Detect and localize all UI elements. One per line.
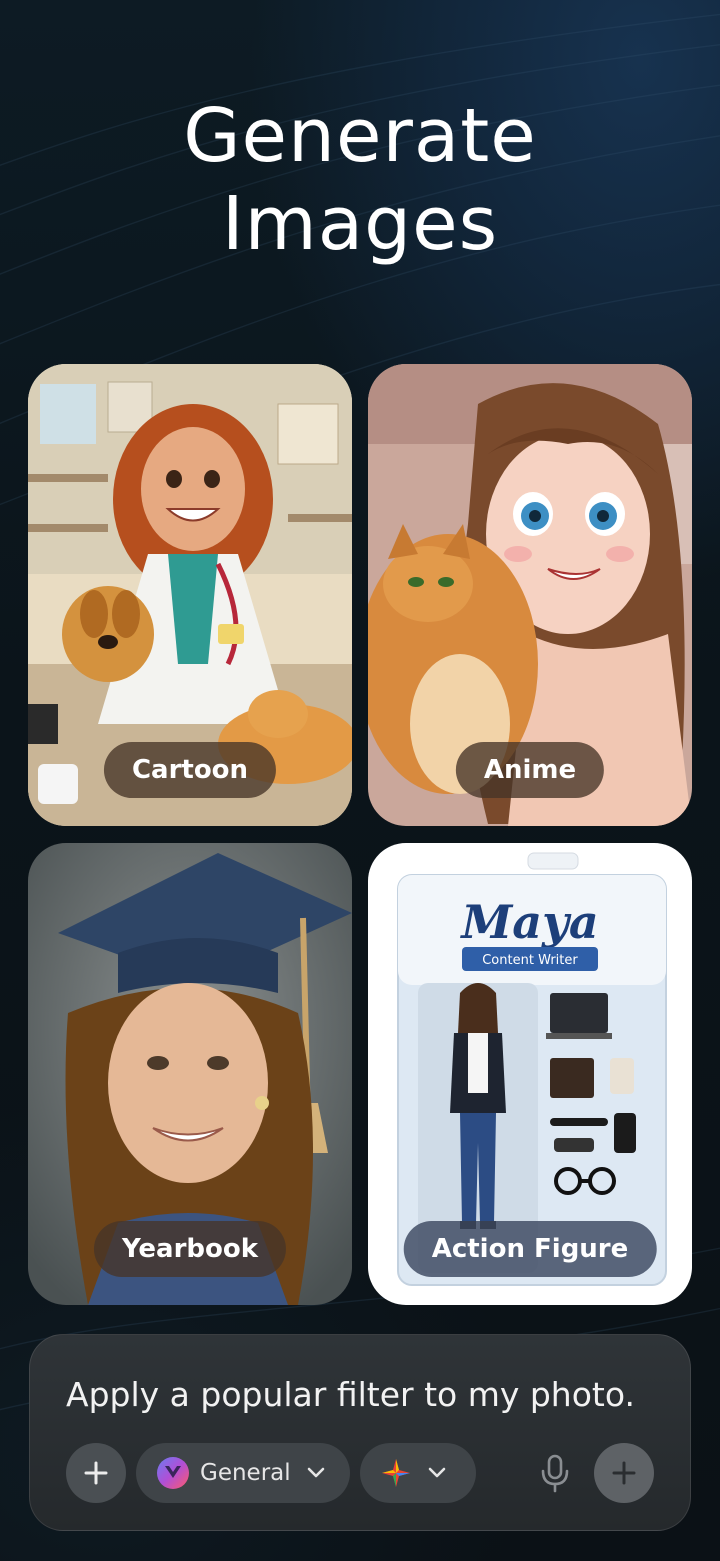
style-card-yearbook[interactable]: Yearbook bbox=[28, 843, 352, 1305]
style-label-action-figure: Action Figure bbox=[403, 1221, 657, 1277]
mode-selector[interactable]: General bbox=[136, 1443, 350, 1503]
style-label-yearbook: Yearbook bbox=[93, 1221, 287, 1277]
send-button[interactable] bbox=[594, 1443, 654, 1503]
chevron-down-icon bbox=[307, 1467, 324, 1478]
package-brand-name: Maya bbox=[459, 895, 598, 949]
style-card-anime[interactable]: Anime bbox=[368, 364, 692, 826]
sparkle-icon bbox=[382, 1459, 410, 1487]
general-mode-icon bbox=[157, 1457, 189, 1489]
style-card-action-figure[interactable]: Maya Content Writer Action Figure bbox=[368, 843, 692, 1305]
style-card-cartoon[interactable]: Cartoon bbox=[28, 364, 352, 826]
model-selector[interactable] bbox=[360, 1443, 476, 1503]
chevron-down-icon bbox=[428, 1467, 446, 1478]
style-label-cartoon: Cartoon bbox=[103, 742, 277, 798]
microphone-icon[interactable] bbox=[538, 1453, 572, 1493]
add-attachment-button[interactable] bbox=[66, 1443, 126, 1503]
prompt-composer: Apply a popular filter to my photo. Gene… bbox=[29, 1334, 691, 1531]
plus-icon bbox=[84, 1461, 108, 1485]
mode-selector-label: General bbox=[200, 1460, 291, 1486]
style-label-anime: Anime bbox=[455, 742, 605, 798]
package-role: Content Writer bbox=[482, 953, 578, 968]
prompt-input[interactable]: Apply a popular filter to my photo. bbox=[66, 1375, 635, 1414]
page-title: Generate Images bbox=[183, 93, 537, 267]
plus-icon bbox=[612, 1461, 636, 1485]
